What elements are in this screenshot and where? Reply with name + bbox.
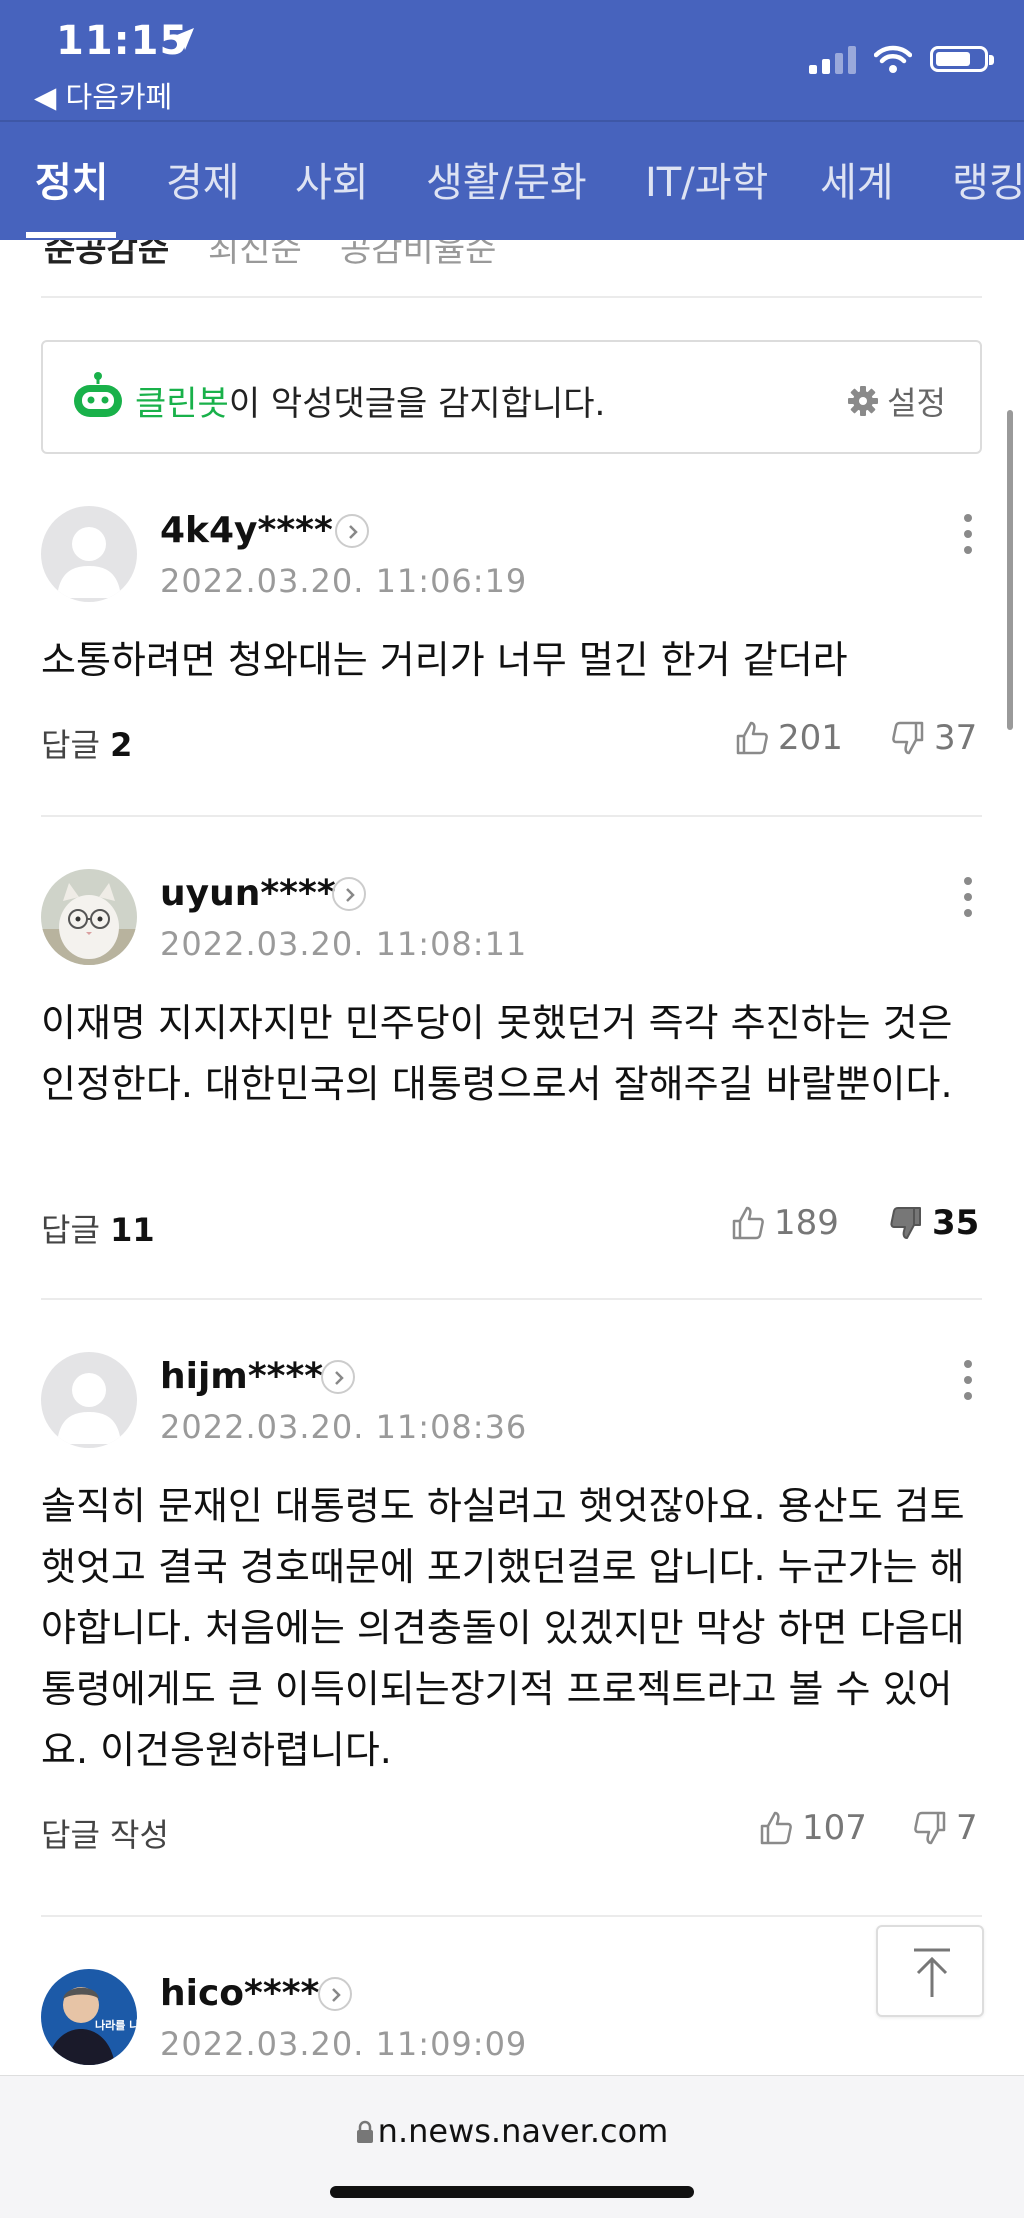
profile-chevron-icon[interactable]	[318, 1977, 352, 2011]
browser-url-bar[interactable]: n.news.naver.com	[0, 2075, 1024, 2218]
comment-text: 이재명 지지자지만 민주당이 못했던거 즉각 추진하는 것은 인정한다. 대한민…	[41, 1001, 953, 1106]
tab-world[interactable]: 세계	[820, 150, 894, 208]
settings-label: 설정	[887, 384, 946, 422]
tab-politics[interactable]: 정치	[35, 150, 109, 208]
avatar[interactable]	[41, 506, 137, 602]
avatar-caption: 나라를 나라답게	[95, 2018, 137, 2032]
dislike-count: 35	[932, 1203, 980, 1243]
reply-count: 11	[110, 1211, 155, 1249]
location-arrow-icon	[170, 26, 196, 56]
dislike-button[interactable]: 37	[890, 718, 977, 758]
cleanbot-text: 이 악성댓글을 감지합니다.	[228, 384, 606, 424]
comment-username[interactable]: 4k4y****	[160, 510, 333, 551]
reply-button[interactable]: 답글 11	[41, 1205, 155, 1251]
divider	[41, 815, 982, 817]
page-scrollbar[interactable]	[1007, 410, 1013, 730]
reply-count: 2	[110, 726, 133, 764]
reply-label: 답글	[41, 726, 100, 764]
profile-chevron-icon[interactable]	[321, 1360, 355, 1394]
dislike-count: 37	[934, 718, 978, 758]
tab-life-culture[interactable]: 생활/문화	[426, 150, 587, 208]
cleanbot-message: 클린봇이 악성댓글을 감지합니다.	[135, 376, 605, 425]
comment-date: 2022.03.20. 11:06:19	[160, 562, 528, 600]
comment-date: 2022.03.20. 11:08:11	[160, 925, 528, 963]
avatar[interactable]	[41, 1352, 137, 1448]
app-header: 11:15 ◀ 다음카페 정치 경제 사회 생활/문화 IT/과학 세계 랭킹	[0, 0, 1024, 240]
divider	[41, 1915, 982, 1917]
comment-username[interactable]: hijm****	[160, 1356, 323, 1397]
comment-date: 2022.03.20. 11:08:36	[160, 1408, 528, 1446]
avatar[interactable]	[41, 869, 137, 965]
tab-economy[interactable]: 경제	[166, 150, 240, 208]
thumbs-up-icon	[736, 721, 768, 755]
like-count: 201	[778, 718, 843, 758]
url-display[interactable]: n.news.naver.com	[0, 2112, 1024, 2150]
like-button[interactable]: 189	[730, 1203, 839, 1243]
reply-label: 답글	[41, 1211, 100, 1249]
cleanbot-brand: 클린봇	[135, 384, 229, 424]
status-indicators	[809, 44, 994, 74]
home-indicator[interactable]	[330, 2186, 694, 2198]
wifi-icon	[874, 45, 912, 73]
profile-chevron-icon[interactable]	[335, 514, 369, 548]
comment-text: 솔직히 문재인 대통령도 하실려고 햇엇잖아요. 용산도 검토 햇엇고 결국 경…	[41, 1484, 965, 1772]
cleanbot-settings-button[interactable]: 설정	[847, 378, 946, 424]
more-options-icon[interactable]	[962, 877, 974, 925]
comment-date: 2022.03.20. 11:09:09	[160, 2025, 528, 2063]
comment-username[interactable]: hico****	[160, 1973, 319, 2014]
cellular-signal-icon	[809, 44, 856, 74]
gear-icon	[848, 386, 879, 416]
thumbs-up-icon	[732, 1206, 764, 1240]
more-options-icon[interactable]	[962, 1360, 974, 1408]
more-options-icon[interactable]	[962, 514, 974, 562]
status-time: 11:15	[56, 18, 189, 64]
divider	[41, 296, 982, 298]
avatar[interactable]: 나라를 나라답게	[41, 1969, 137, 2065]
default-avatar-icon	[41, 506, 137, 602]
back-to-app-link[interactable]: ◀ 다음카페	[34, 74, 172, 116]
cleanbot-robot-icon	[74, 372, 122, 417]
thumbs-down-icon	[892, 721, 924, 755]
cat-avatar-image	[41, 869, 137, 965]
tab-ranking[interactable]: 랭킹	[952, 150, 1024, 208]
scroll-to-top-button[interactable]	[876, 1925, 984, 2017]
write-reply-button[interactable]: 답글 작성	[41, 1810, 169, 1856]
thumbs-down-icon	[914, 1811, 946, 1845]
tab-society[interactable]: 사회	[295, 150, 369, 208]
reply-button[interactable]: 답글 2	[41, 720, 132, 766]
dislike-button[interactable]: 7	[912, 1808, 978, 1848]
header-divider	[0, 120, 1024, 122]
like-count: 107	[802, 1808, 867, 1848]
tab-it-science[interactable]: IT/과학	[645, 150, 768, 208]
profile-chevron-icon[interactable]	[332, 877, 366, 911]
active-tab-indicator	[26, 232, 116, 238]
url-text: n.news.naver.com	[377, 2112, 669, 2150]
like-button[interactable]: 201	[734, 718, 843, 758]
comment-username[interactable]: uyun****	[160, 873, 336, 914]
dislike-count: 7	[956, 1808, 978, 1848]
like-button[interactable]: 107	[758, 1808, 867, 1848]
battery-icon	[930, 46, 994, 72]
comment-text: 소통하려면 청와대는 거리가 너무 멀긴 한거 같더라	[41, 638, 848, 682]
cleanbot-notice: 클린봇이 악성댓글을 감지합니다. 설정	[41, 340, 982, 454]
thumbs-down-filled-icon	[890, 1207, 921, 1239]
like-count: 189	[774, 1203, 839, 1243]
profile-photo-avatar: 나라를 나라답게	[41, 1969, 137, 2065]
divider	[41, 1298, 982, 1300]
thumbs-up-icon	[760, 1811, 792, 1845]
default-avatar-icon	[41, 1352, 137, 1448]
reply-label: 답글 작성	[41, 1816, 169, 1854]
lock-icon	[356, 2120, 373, 2143]
dislike-button-selected[interactable]: 35	[888, 1203, 979, 1243]
arrow-up-icon	[914, 1948, 950, 1997]
